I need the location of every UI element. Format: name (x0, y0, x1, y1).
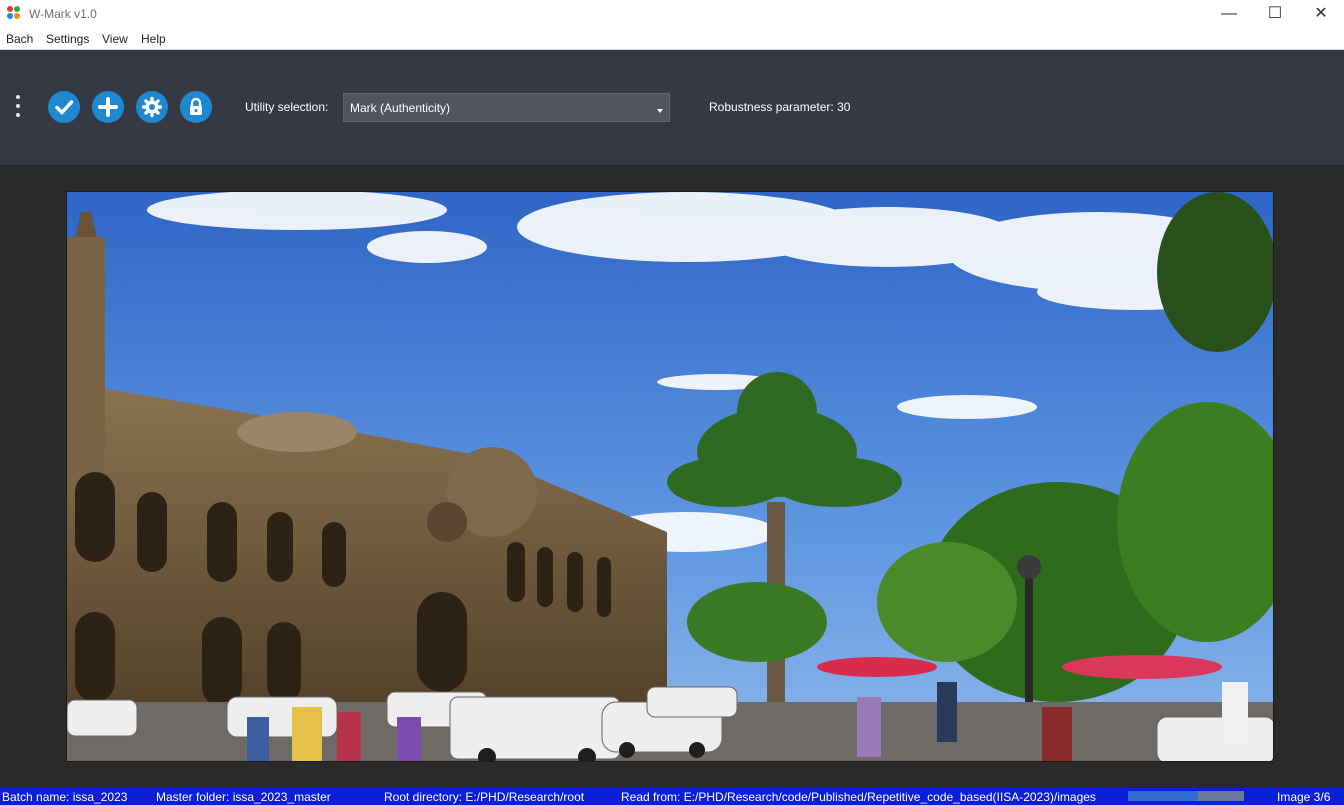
plus-icon (98, 97, 118, 117)
menu-item-bach[interactable]: Bach (6, 32, 33, 46)
minimize-button[interactable]: — (1206, 0, 1252, 28)
app-logo-icon (7, 6, 23, 22)
utility-select[interactable]: Mark (Authenticity) (343, 93, 670, 122)
check-button[interactable] (48, 91, 80, 123)
root-directory: Root directory: E:/PHD/Research/root (384, 790, 585, 804)
image-preview (66, 191, 1274, 762)
utility-selection-label: Utility selection: (245, 100, 329, 114)
add-button[interactable] (92, 91, 124, 123)
menu-item-settings[interactable]: Settings (46, 32, 89, 46)
image-counter: Image 3/6 (1277, 790, 1331, 804)
window-title: W-Mark v1.0 (29, 7, 97, 21)
settings-button[interactable] (136, 91, 168, 123)
lock-icon (190, 97, 202, 115)
menu-item-view[interactable]: View (102, 32, 128, 46)
batch-name: Batch name: issa_2023 (2, 790, 128, 804)
dropdown-caret-icon (657, 109, 663, 113)
menu-item-help[interactable]: Help (141, 32, 166, 46)
more-options-icon[interactable] (13, 95, 23, 121)
check-icon (55, 100, 74, 115)
city-square-photo (67, 192, 1273, 761)
lock-button[interactable] (180, 91, 212, 123)
menu-bar: Bach Settings View Help (0, 28, 1344, 50)
utility-select-value: Mark (Authenticity) (350, 101, 451, 115)
robustness-parameter: Robustness parameter: 30 (709, 100, 851, 114)
read-from-path: Read from: E:/PHD/Research/code/Publishe… (621, 790, 1096, 804)
master-folder: Master folder: issa_2023_master (156, 790, 331, 804)
title-bar: W-Mark v1.0 — ☐ ✕ (0, 0, 1344, 28)
progress-bar-fill (1128, 791, 1198, 801)
gear-icon (141, 96, 163, 118)
progress-bar (1128, 791, 1244, 801)
maximize-button[interactable]: ☐ (1252, 0, 1298, 28)
close-button[interactable]: ✕ (1298, 0, 1344, 28)
